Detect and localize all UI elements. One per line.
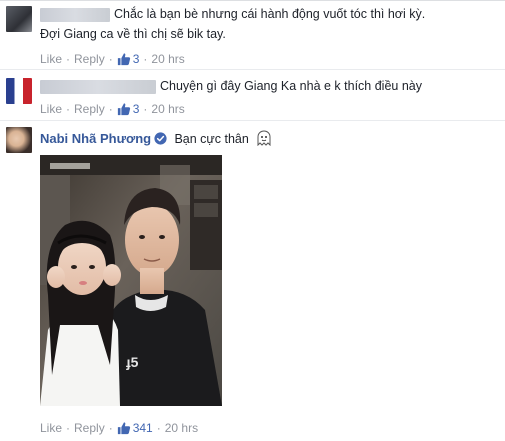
svg-text:ɟ5: ɟ5 <box>126 354 139 370</box>
like-count[interactable]: 3 <box>117 102 140 116</box>
like-count-number: 3 <box>132 102 140 116</box>
like-count-number: 341 <box>132 421 153 435</box>
like-link[interactable]: Like <box>40 102 62 116</box>
separator-dot: · <box>143 102 148 116</box>
like-count[interactable]: 341 <box>117 421 153 435</box>
separator-dot: · <box>108 52 113 66</box>
like-count-number: 3 <box>132 52 140 66</box>
reply-link[interactable]: Reply <box>74 102 105 116</box>
commenter-avatar[interactable] <box>6 78 32 104</box>
timestamp[interactable]: 20 hrs <box>151 52 184 66</box>
selfie-image: ɟ5 <box>40 155 222 406</box>
separator-dot: · <box>66 421 71 435</box>
separator-dot: · <box>66 102 71 116</box>
author-name[interactable]: Nabi Nhã Phương <box>40 131 151 146</box>
thumbs-up-icon <box>117 422 130 435</box>
ghost-sticker-icon <box>257 130 271 147</box>
separator-dot: · <box>66 52 71 66</box>
verified-badge-icon <box>154 132 167 145</box>
commenter-name-blurred <box>40 8 110 22</box>
commenter-name-blurred <box>40 80 156 94</box>
comment-header: Nabi Nhã Phương Bạn cực thân <box>40 130 273 147</box>
author-avatar[interactable] <box>6 127 32 153</box>
reply-link[interactable]: Reply <box>74 421 105 435</box>
thumbs-up-icon <box>117 103 130 116</box>
timestamp[interactable]: 20 hrs <box>151 102 184 116</box>
like-count[interactable]: 3 <box>117 52 140 66</box>
comment-actions: Like · Reply · 341 · 20 hrs <box>40 421 198 435</box>
comment-2: Chuyện gì đây Giang Ka nhà e k thích điề… <box>0 70 505 120</box>
comment-actions: Like · Reply · 3 · 20 hrs <box>40 102 185 116</box>
like-link[interactable]: Like <box>40 421 62 435</box>
separator-dot: · <box>143 52 148 66</box>
comment-text: Bạn cực thân <box>174 132 249 146</box>
separator-dot: · <box>108 421 113 435</box>
comment-actions: Like · Reply · 3 · 20 hrs <box>40 52 185 66</box>
thumbs-up-icon <box>117 53 130 66</box>
separator-dot: · <box>156 421 161 435</box>
comment-text: Chuyện gì đây Giang Ka nhà e k thích điề… <box>160 79 422 93</box>
commenter-avatar[interactable] <box>6 6 32 32</box>
comment-text-line2: Đợi Giang ca về thì chị sẽ bik tay. <box>40 27 226 41</box>
timestamp[interactable]: 20 hrs <box>165 421 198 435</box>
comment-photo[interactable]: ɟ5 <box>40 155 222 406</box>
reply-link[interactable]: Reply <box>74 52 105 66</box>
comment-1: Chắc là bạn bè nhưng cái hành động vuốt … <box>0 0 505 70</box>
separator-dot: · <box>108 102 113 116</box>
comment-text-line1: Chắc là bạn bè nhưng cái hành động vuốt … <box>114 7 426 21</box>
like-link[interactable]: Like <box>40 52 62 66</box>
